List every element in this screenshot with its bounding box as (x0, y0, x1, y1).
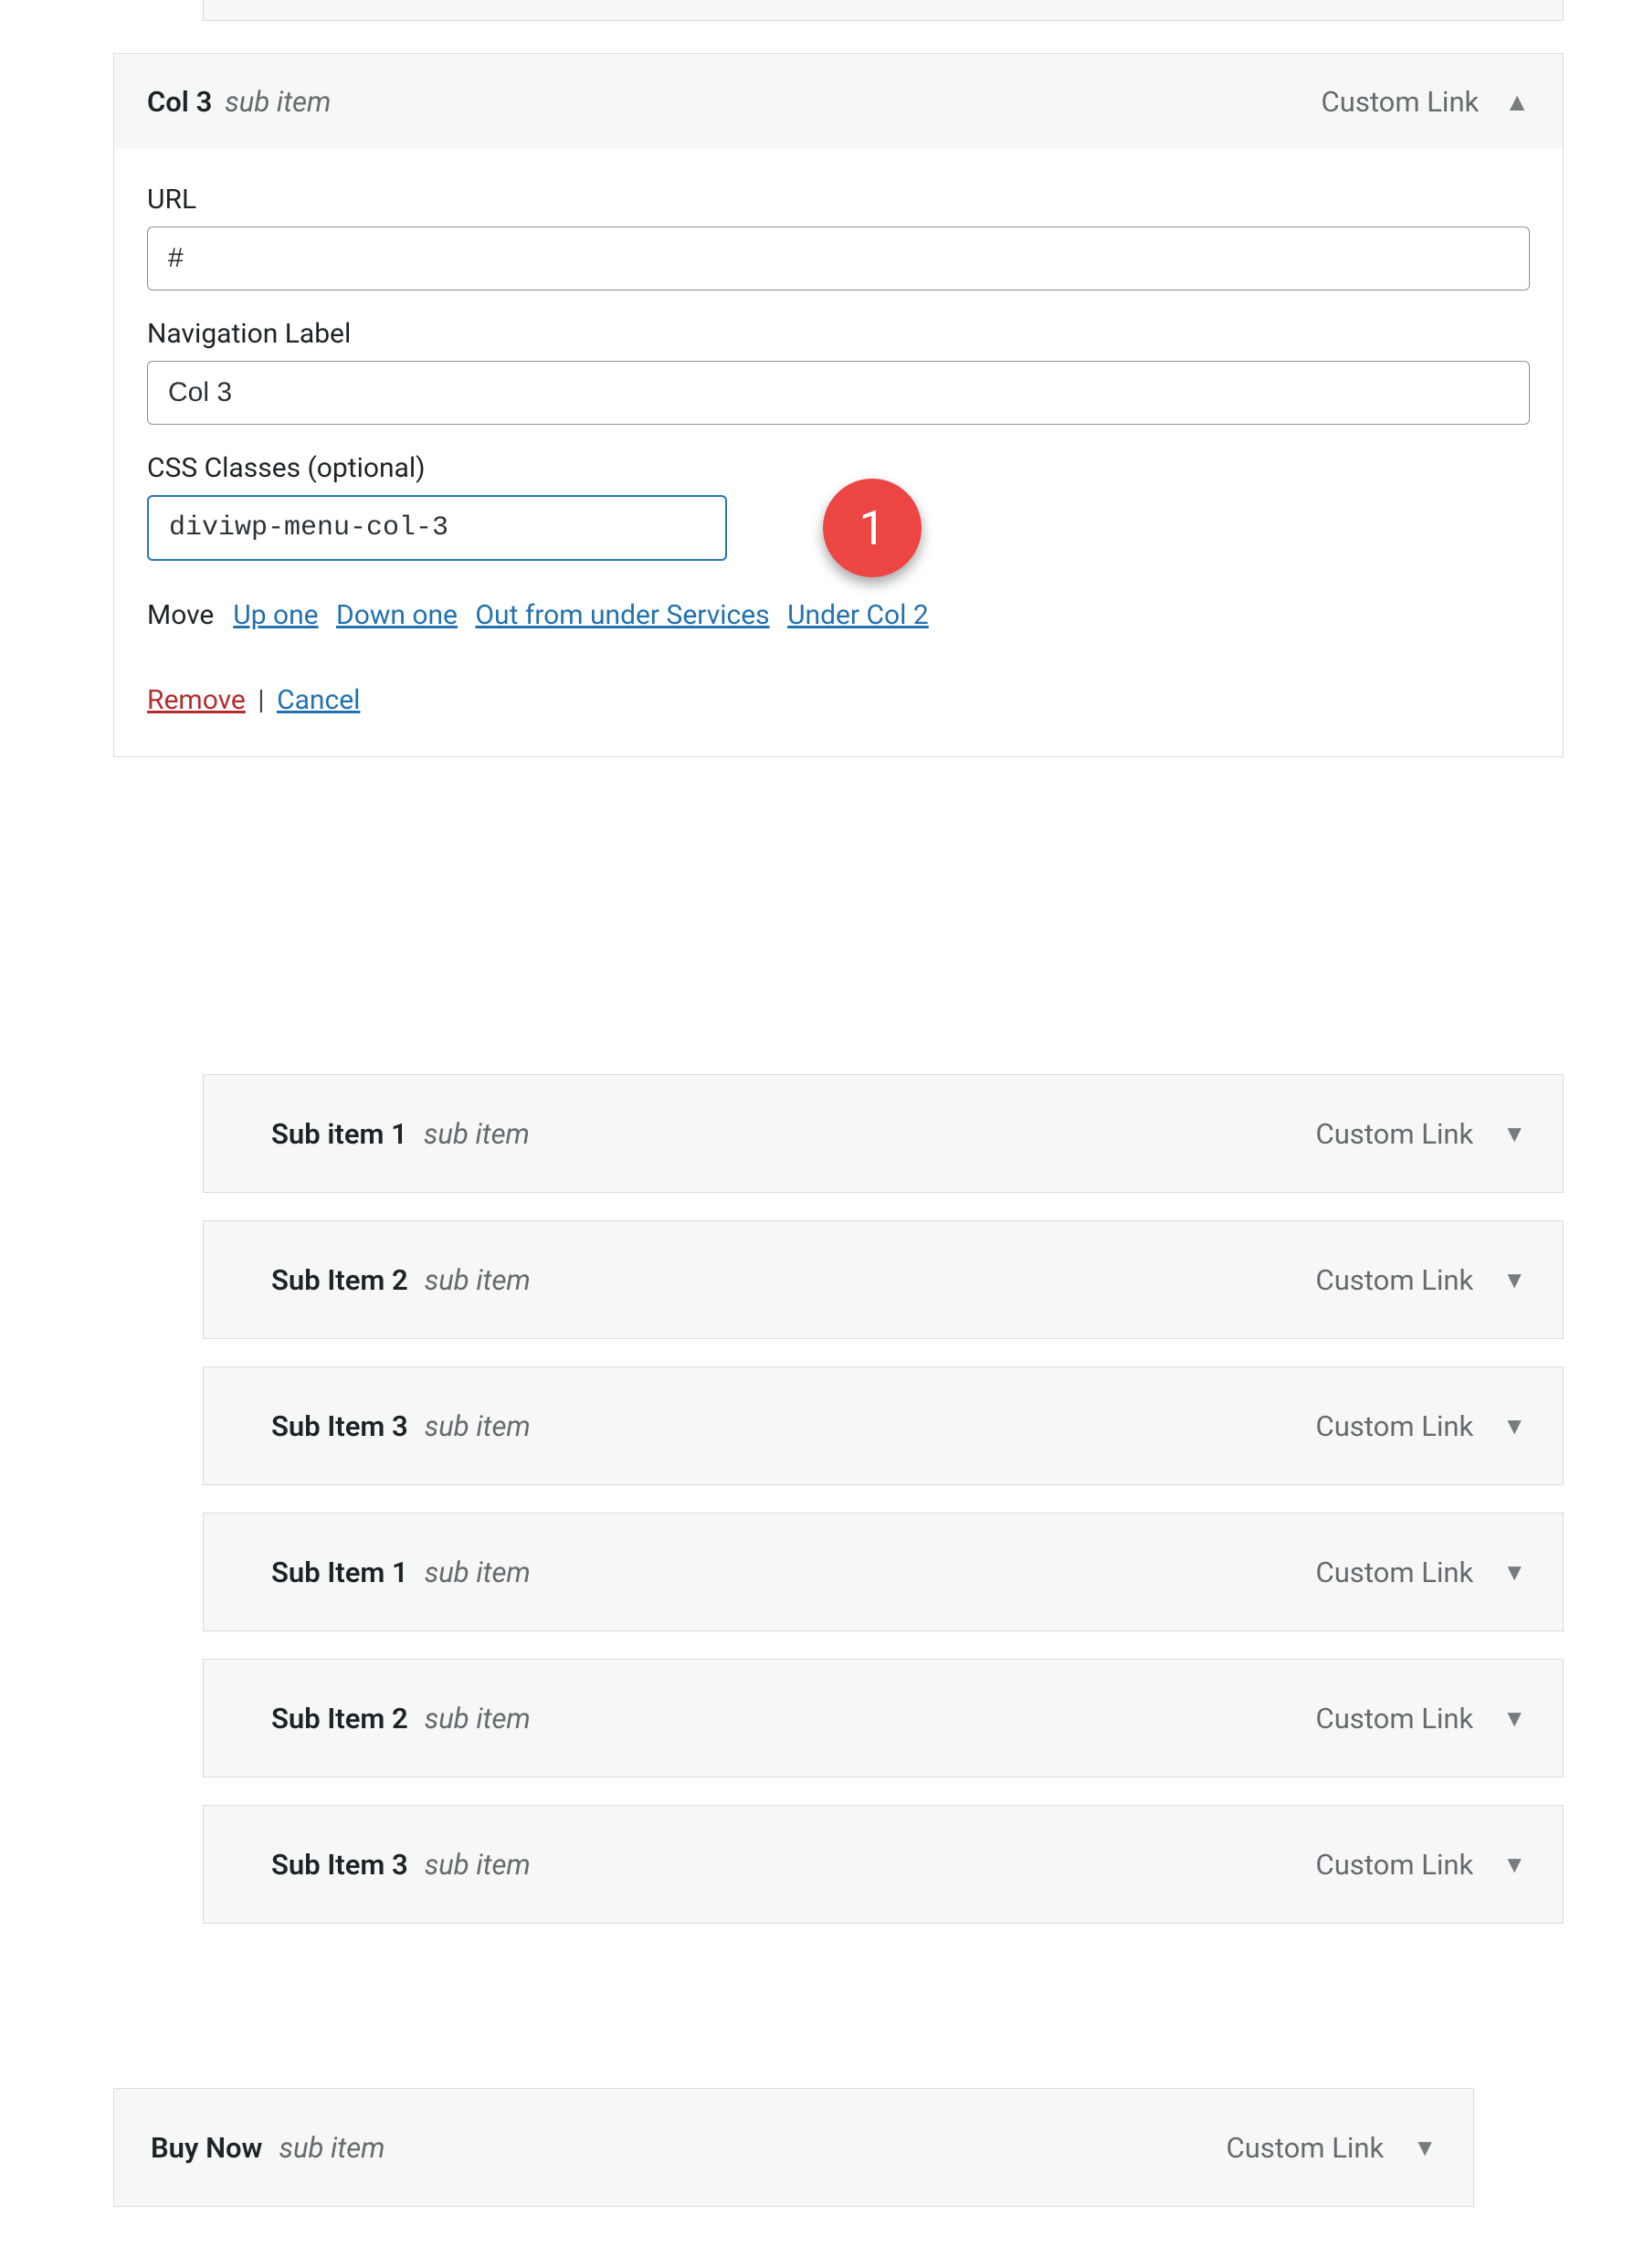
url-label: URL (147, 184, 1530, 216)
css-classes-label: CSS Classes (optional) (147, 452, 1530, 484)
item-actions-line: Remove | Cancel (147, 684, 1530, 716)
actions-separator: | (258, 684, 264, 716)
menu-item-row-right: Custom Link ▼ (1227, 2131, 1437, 2165)
menu-item-row-right: Custom Link ▼ (1316, 1848, 1526, 1882)
menu-item-row-type: Custom Link (1316, 1409, 1474, 1443)
menu-item-row-type: Custom Link (1316, 1702, 1474, 1735)
remove-link[interactable]: Remove (147, 684, 246, 716)
expand-icon[interactable]: ▼ (1413, 2134, 1437, 2162)
cancel-link[interactable]: Cancel (277, 684, 360, 716)
menu-item-header-right: Custom Link ▲ (1322, 85, 1530, 119)
menu-item-row[interactable]: Sub Item 2 sub item Custom Link ▼ (203, 1659, 1564, 1777)
menu-item-row-subtitle: sub item (425, 1556, 531, 1589)
menu-item-row[interactable]: Sub Item 1 sub item Custom Link ▼ (203, 1513, 1564, 1631)
menu-item-row[interactable]: Sub Item 3 sub item Custom Link ▼ (203, 1805, 1564, 1924)
expand-icon[interactable]: ▼ (1502, 1412, 1526, 1440)
expand-icon[interactable]: ▼ (1502, 1851, 1526, 1879)
menu-item-subtitle: sub item (225, 85, 331, 119)
menu-item-row-subtitle: sub item (425, 1702, 531, 1735)
move-links-line: Move Up one Down one Out from under Serv… (147, 599, 1530, 631)
sub-items-list: Sub item 1sub itemCustom Link▼Sub Item 2… (203, 1074, 1564, 1951)
menu-item-row-type: Custom Link (1316, 1848, 1474, 1882)
menu-item-row-subtitle: sub item (425, 1848, 531, 1882)
move-out-from-link[interactable]: Out from under Services (475, 599, 769, 631)
menu-item-expanded: Col 3 sub item Custom Link ▲ URL Navigat… (113, 53, 1564, 757)
annotation-marker-1: 1 (823, 479, 922, 577)
move-up-one-link[interactable]: Up one (233, 599, 318, 631)
bottom-menu-item: Buy Now sub item Custom Link ▼ (113, 2088, 1474, 2234)
menu-item-row-title: Sub Item 3 (271, 1409, 408, 1443)
menu-item-row-type: Custom Link (1316, 1117, 1474, 1151)
css-classes-input[interactable] (147, 495, 727, 561)
menu-item-row-title: Sub Item 2 (271, 1263, 408, 1297)
menu-item-row[interactable]: Sub item 1 sub item Custom Link ▼ (203, 1074, 1564, 1193)
menu-item-row-subtitle: sub item (279, 2131, 385, 2165)
menu-item-row[interactable]: Buy Now sub item Custom Link ▼ (113, 2088, 1474, 2207)
menu-item-row-right: Custom Link ▼ (1316, 1556, 1526, 1589)
menu-item-row-subtitle: sub item (425, 1409, 531, 1443)
menu-item-row-right: Custom Link ▼ (1316, 1263, 1526, 1297)
menu-item-row-title: Sub Item 1 (271, 1556, 408, 1589)
move-under-link[interactable]: Under Col 2 (787, 599, 929, 631)
menu-item-type-label: Custom Link (1322, 85, 1480, 119)
expand-icon[interactable]: ▼ (1502, 1266, 1526, 1294)
annotation-marker-label: 1 (859, 501, 885, 556)
menu-item-row-title: Sub item 1 (271, 1117, 407, 1151)
menu-item-row-right: Custom Link ▼ (1316, 1409, 1526, 1443)
menu-item-row-right: Custom Link ▼ (1316, 1702, 1526, 1735)
menu-item-row-type: Custom Link (1227, 2131, 1385, 2165)
menu-item-row-title: Sub Item 2 (271, 1702, 408, 1735)
nav-label-label: Navigation Label (147, 318, 1530, 350)
css-classes-field-block: CSS Classes (optional) 1 (147, 452, 1530, 561)
nav-label-field-block: Navigation Label (147, 318, 1530, 425)
menu-item-body: URL Navigation Label CSS Classes (option… (114, 149, 1563, 756)
menu-item-row-type: Custom Link (1316, 1556, 1474, 1589)
expand-icon[interactable]: ▼ (1502, 1558, 1526, 1587)
collapsed-item-stub[interactable] (203, 0, 1564, 21)
menu-item-row-subtitle: sub item (425, 1263, 531, 1297)
menu-item-title: Col 3 (147, 85, 212, 119)
menu-item-row-subtitle: sub item (424, 1117, 530, 1151)
move-down-one-link[interactable]: Down one (336, 599, 458, 631)
move-label: Move (147, 599, 214, 631)
nav-label-input[interactable] (147, 361, 1530, 425)
menu-item-row[interactable]: Sub Item 3 sub item Custom Link ▼ (203, 1366, 1564, 1485)
url-input[interactable] (147, 227, 1530, 290)
menu-item-header[interactable]: Col 3 sub item Custom Link ▲ (114, 54, 1563, 149)
menu-item-row-title: Sub Item 3 (271, 1848, 408, 1882)
menu-item-row-type: Custom Link (1316, 1263, 1474, 1297)
menu-item-row-title: Buy Now (151, 2131, 262, 2165)
expand-icon[interactable]: ▼ (1502, 1704, 1526, 1733)
css-input-wrap: 1 (147, 495, 1530, 561)
menu-item-row[interactable]: Sub Item 2 sub item Custom Link ▼ (203, 1220, 1564, 1339)
expand-icon[interactable]: ▼ (1502, 1120, 1526, 1148)
url-field-block: URL (147, 184, 1530, 290)
collapse-icon[interactable]: ▲ (1504, 87, 1530, 117)
menu-item-row-right: Custom Link ▼ (1316, 1117, 1526, 1151)
